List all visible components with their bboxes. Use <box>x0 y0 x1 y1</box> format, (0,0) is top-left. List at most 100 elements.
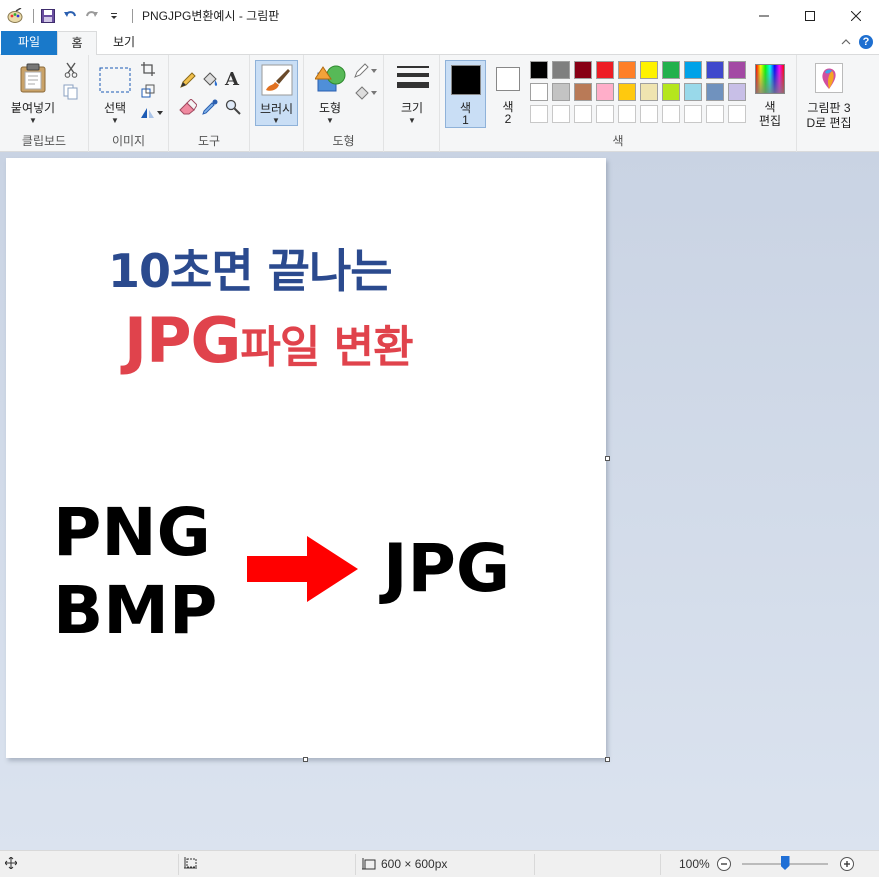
palette-custom-slot[interactable] <box>684 105 702 123</box>
fill-icon[interactable] <box>354 85 378 104</box>
zoom-out-button[interactable] <box>716 856 732 875</box>
palette-color-swatch[interactable] <box>596 83 614 101</box>
palette-color-swatch[interactable] <box>706 83 724 101</box>
color1-button[interactable]: 색 1 <box>445 60 486 128</box>
clipboard-group: 붙여넣기 ▼ 클립보드 <box>0 55 89 152</box>
clipboard-group-label: 클립보드 <box>21 134 67 148</box>
color-picker-icon[interactable] <box>202 99 218 118</box>
palette-color-swatch[interactable] <box>552 61 570 79</box>
palette-color-swatch[interactable] <box>728 61 746 79</box>
palette-color-swatch[interactable] <box>596 61 614 79</box>
palette-color-swatch[interactable] <box>618 61 636 79</box>
image-size: 600 × 600px <box>362 857 447 871</box>
palette-color-swatch[interactable] <box>552 83 570 101</box>
undo-icon[interactable] <box>61 7 79 25</box>
zoom-slider-thumb[interactable] <box>780 856 790 870</box>
cursor-position-icon <box>5 857 17 869</box>
palette-custom-slot[interactable] <box>640 105 658 123</box>
select-button[interactable]: 선택 ▼ <box>93 59 137 129</box>
select-dropdown-icon: ▼ <box>111 116 119 125</box>
palette-color-swatch[interactable] <box>530 61 548 79</box>
save-icon[interactable] <box>39 7 57 25</box>
cut-icon[interactable] <box>64 62 78 81</box>
resize-handle-bottom[interactable] <box>303 757 308 762</box>
text-tool-icon[interactable]: A <box>225 69 239 90</box>
color2-button[interactable]: 색 2 <box>490 60 526 128</box>
palette-color-swatch[interactable] <box>662 83 680 101</box>
palette-custom-slot[interactable] <box>662 105 680 123</box>
customize-toolbar-icon[interactable] <box>105 7 123 25</box>
shapes-icon <box>315 65 346 92</box>
target-format-jpg: JPG <box>383 530 511 607</box>
tab-file[interactable]: 파일 <box>1 31 57 55</box>
conversion-arrow <box>247 536 358 602</box>
title-bar: PNGJPG변환예시 - 그림판 <box>0 0 879 31</box>
canvas-workspace[interactable]: 10초면 끝나는 JPG파일 변환 PNG BMP JPG <box>0 152 879 850</box>
palette-custom-slot[interactable] <box>618 105 636 123</box>
select-label: 선택 <box>103 101 127 115</box>
palette-color-swatch[interactable] <box>618 83 636 101</box>
resize-icon[interactable] <box>141 84 155 101</box>
crop-icon[interactable] <box>141 62 155 79</box>
brushes-group: 브러시 ▼ <box>250 55 304 152</box>
drawing-canvas[interactable]: 10초면 끝나는 JPG파일 변환 PNG BMP JPG <box>6 158 606 758</box>
paste-button[interactable]: 붙여넣기 ▼ <box>6 59 60 129</box>
magnifier-icon[interactable] <box>225 99 241 118</box>
palette-color-swatch[interactable] <box>574 61 592 79</box>
brush-button[interactable]: 브러시 ▼ <box>255 60 298 126</box>
color2-swatch <box>496 67 520 91</box>
edit-colors-button[interactable]: 색 편집 <box>750 60 790 128</box>
redo-icon[interactable] <box>83 7 101 25</box>
maximize-icon <box>805 10 815 21</box>
image-group-label: 이미지 <box>111 134 146 148</box>
palette-custom-slot[interactable] <box>728 105 746 123</box>
zoom-out-icon <box>717 857 731 871</box>
colors-group: 색 1 색 2 색 편집 색 <box>440 55 797 152</box>
fill-bucket-icon[interactable] <box>201 71 219 92</box>
size-label: 크기 <box>400 101 424 115</box>
copy-icon[interactable] <box>63 84 79 103</box>
help-icon[interactable]: ? <box>859 35 873 49</box>
palette-custom-slot[interactable] <box>596 105 614 123</box>
palette-color-swatch[interactable] <box>706 61 724 79</box>
palette-color-swatch[interactable] <box>662 61 680 79</box>
outline-icon[interactable] <box>354 63 378 82</box>
paste-dropdown-icon: ▼ <box>29 116 37 125</box>
edit-with-paint3d-button[interactable]: 그림판 3 D로 편집 <box>799 59 859 133</box>
paint3d-icon <box>815 63 843 93</box>
source-format-png: PNG <box>53 494 211 571</box>
tab-home[interactable]: 홈 <box>57 31 97 56</box>
shapes-button[interactable]: 도형 ▼ <box>308 59 352 129</box>
palette-color-swatch[interactable] <box>728 83 746 101</box>
rotate-icon[interactable] <box>139 106 163 123</box>
palette-custom-slot[interactable] <box>706 105 724 123</box>
palette-custom-slot[interactable] <box>530 105 548 123</box>
ribbon: 붙여넣기 ▼ 클립보드 선택 ▼ 이미지 A 도구 브러시 ▼ 도형 ▼ 도형 … <box>0 55 879 152</box>
palette-color-swatch[interactable] <box>640 61 658 79</box>
paint-app-icon[interactable] <box>6 7 24 25</box>
size-dropdown-icon: ▼ <box>408 116 416 125</box>
collapse-ribbon-icon[interactable] <box>841 35 851 49</box>
minimize-button[interactable] <box>741 0 787 31</box>
toolbar-divider <box>33 8 34 23</box>
resize-handle-corner[interactable] <box>605 757 610 762</box>
palette-color-swatch[interactable] <box>574 83 592 101</box>
palette-color-swatch[interactable] <box>684 83 702 101</box>
eraser-icon[interactable] <box>179 98 198 118</box>
tab-view[interactable]: 보기 <box>102 31 146 55</box>
palette-color-swatch[interactable] <box>640 83 658 101</box>
selection-size <box>184 857 198 869</box>
brush-dropdown-icon: ▼ <box>272 116 280 125</box>
palette-custom-slot[interactable] <box>552 105 570 123</box>
zoom-in-button[interactable] <box>839 856 855 875</box>
size-button[interactable]: 크기 ▼ <box>388 59 436 129</box>
pencil-icon[interactable] <box>179 71 197 92</box>
palette-custom-slot[interactable] <box>574 105 592 123</box>
maximize-button[interactable] <box>787 0 833 31</box>
source-format-bmp: BMP <box>53 572 218 649</box>
resize-handle-right[interactable] <box>605 456 610 461</box>
close-button[interactable] <box>833 0 879 31</box>
palette-color-swatch[interactable] <box>530 83 548 101</box>
palette-color-swatch[interactable] <box>684 61 702 79</box>
headline-file-convert: 파일 변환 <box>240 322 413 373</box>
